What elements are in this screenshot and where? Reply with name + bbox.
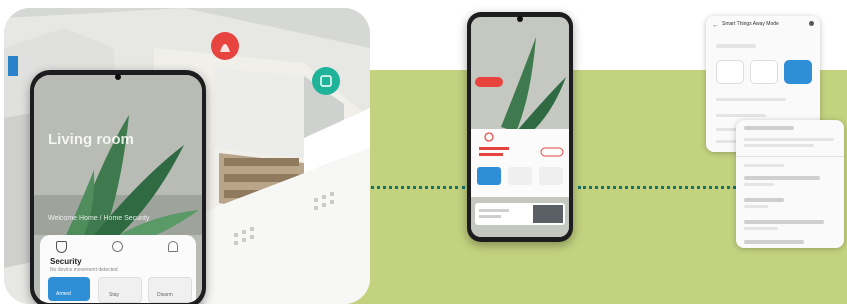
- main-phone-mockup: Living room Welcome Home / Home Security…: [30, 70, 206, 304]
- smart-home-illustration: Living room Welcome Home / Home Security…: [4, 8, 370, 304]
- list-item[interactable]: [744, 220, 824, 224]
- connector-line-right: [578, 186, 736, 189]
- back-arrow-icon[interactable]: ←: [712, 22, 719, 29]
- arm-button[interactable]: Armed: [48, 277, 90, 301]
- security-card-title: Security: [50, 257, 82, 266]
- bell-icon[interactable]: [168, 241, 178, 252]
- more-icon[interactable]: [809, 21, 814, 26]
- mode-tile-2[interactable]: [750, 60, 778, 84]
- mode-tile-3[interactable]: [784, 60, 812, 84]
- scene-caption: Welcome Home / Home Security: [48, 215, 150, 222]
- gear-icon[interactable]: [112, 241, 123, 252]
- stay-button[interactable]: Stay: [98, 277, 142, 303]
- disarm-button[interactable]: Disarm: [148, 277, 192, 303]
- plant-wallpaper: [471, 17, 569, 237]
- list-item[interactable]: [744, 240, 804, 244]
- front-camera: [115, 74, 121, 80]
- shield-icon: [56, 241, 67, 253]
- settings-title: Smart Things Away Mode: [722, 21, 779, 27]
- room-title: Living room: [48, 131, 134, 148]
- phone-mockup-center: [467, 12, 573, 242]
- security-card-subtitle: No device movement detected: [50, 267, 118, 273]
- security-card: Security No device movement detected Arm…: [40, 235, 196, 303]
- mode-tile-1[interactable]: [716, 60, 744, 84]
- list-item[interactable]: [744, 198, 784, 202]
- front-camera: [517, 16, 523, 22]
- settings-panel-front: [736, 120, 844, 248]
- list-item[interactable]: [744, 176, 820, 180]
